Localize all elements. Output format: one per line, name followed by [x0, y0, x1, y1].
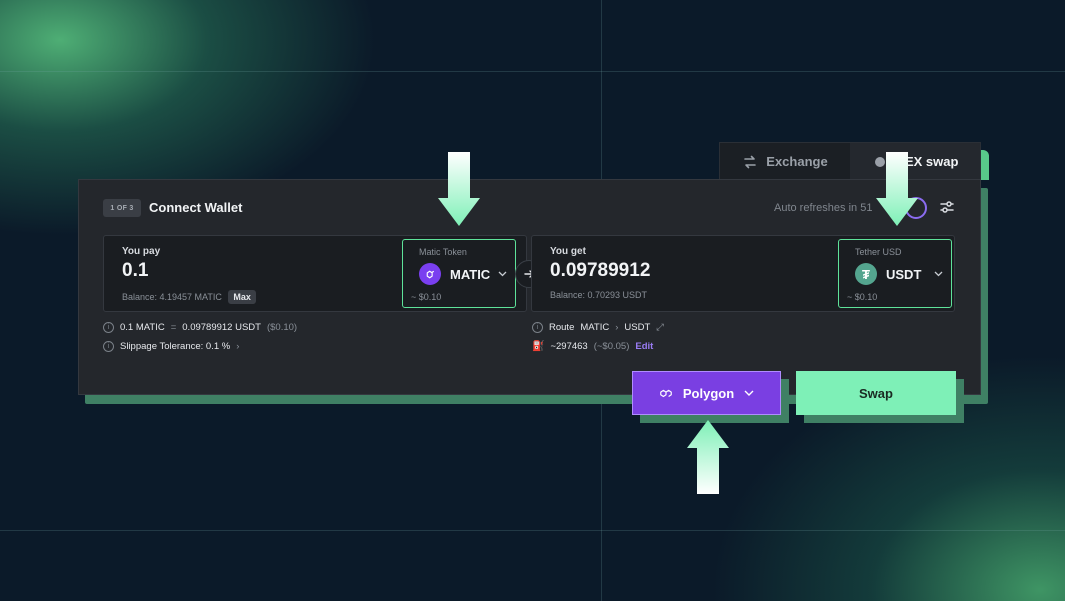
route-to: USDT	[624, 322, 651, 333]
gas-pump-icon: ⛽	[532, 341, 545, 352]
rate-to: 0.09789912 USDT	[182, 322, 261, 333]
pay-label: You pay	[122, 246, 161, 257]
get-balance: Balance: 0.70293 USDT	[550, 290, 648, 300]
get-amount: 0.09789912	[550, 260, 651, 281]
pay-token-usd: ~ $0.10	[411, 292, 442, 302]
route-label: Route	[549, 322, 575, 333]
annotation-arrow-up-icon	[687, 420, 729, 494]
pay-token-symbol: MATIC	[450, 267, 491, 282]
get-label: You get	[550, 246, 586, 257]
chevron-right-icon: ›	[236, 341, 240, 352]
route-from: MATIC	[580, 322, 610, 333]
polygon-icon	[660, 389, 672, 398]
pay-balance-text: Balance: 4.19457 MATIC	[122, 292, 222, 302]
tab-exchange[interactable]: Exchange	[720, 143, 850, 180]
tether-icon: ₮	[855, 263, 877, 285]
get-token-name: Tether USD	[855, 247, 902, 257]
background-gridline-top	[0, 71, 1065, 72]
gas-amount: ~297463	[550, 341, 588, 352]
pay-panel: You pay 0.1 Balance: 4.19457 MATIC Max M…	[103, 235, 527, 312]
rate-usd: ($0.10)	[266, 322, 298, 333]
get-token-usd: ~ $0.10	[847, 292, 878, 302]
pay-token-name: Matic Token	[419, 247, 467, 257]
route-row[interactable]: i Route MATIC › USDT ⤢	[532, 322, 664, 333]
auto-refresh-text: Auto refreshes in 51	[774, 202, 873, 214]
get-panel: You get 0.09789912 Balance: 0.70293 USDT…	[531, 235, 955, 312]
network-selector-button[interactable]: Polygon	[632, 371, 781, 415]
get-token-symbol: USDT	[886, 267, 922, 282]
info-icon: i	[103, 341, 114, 352]
rate-from: 0.1 MATIC	[120, 322, 165, 333]
pay-balance: Balance: 4.19457 MATIC Max	[122, 290, 256, 304]
network-label: Polygon	[682, 385, 735, 401]
info-icon: i	[103, 322, 114, 333]
gas-usd: (~$0.05)	[593, 341, 630, 352]
swap-card: 1 OF 3 Connect Wallet Auto refreshes in …	[78, 179, 981, 395]
settings-sliders-icon[interactable]	[939, 199, 955, 215]
swap-button[interactable]: Swap	[796, 371, 956, 415]
step-badge: 1 OF 3	[103, 199, 141, 217]
max-button[interactable]: Max	[228, 290, 256, 304]
annotation-arrow-down-icon	[438, 152, 480, 226]
edit-gas-link[interactable]: Edit	[635, 341, 653, 352]
swap-arrows-icon	[744, 155, 757, 168]
chevron-right-icon: ›	[615, 322, 619, 333]
expand-icon: ⤢	[656, 322, 664, 333]
rate-row: i 0.1 MATIC = 0.09789912 USDT ($0.10)	[103, 322, 297, 333]
chevron-down-icon	[934, 271, 943, 277]
swap-mode-tabs: Exchange DEX swap	[719, 142, 981, 180]
background-gridline-bottom	[0, 530, 1065, 531]
connect-wallet-title: Connect Wallet	[149, 200, 243, 215]
tab-exchange-label: Exchange	[766, 154, 828, 169]
chevron-down-icon	[744, 390, 754, 396]
pay-amount-input[interactable]: 0.1	[122, 260, 148, 282]
info-icon: i	[532, 322, 543, 333]
slippage-text: Slippage Tolerance: 0.1 %	[120, 341, 231, 352]
pay-token-selector[interactable]: Matic Token MATIC ~ $0.10	[402, 239, 516, 308]
rate-separator: =	[170, 322, 177, 333]
chevron-down-icon	[498, 271, 507, 277]
gas-row: ⛽ ~297463 (~$0.05) Edit	[532, 341, 653, 352]
polygon-icon	[419, 263, 441, 285]
slippage-row[interactable]: i Slippage Tolerance: 0.1 % ›	[103, 341, 239, 352]
get-token-selector[interactable]: Tether USD ₮ USDT ~ $0.10	[838, 239, 952, 308]
annotation-arrow-down-icon	[876, 152, 918, 226]
